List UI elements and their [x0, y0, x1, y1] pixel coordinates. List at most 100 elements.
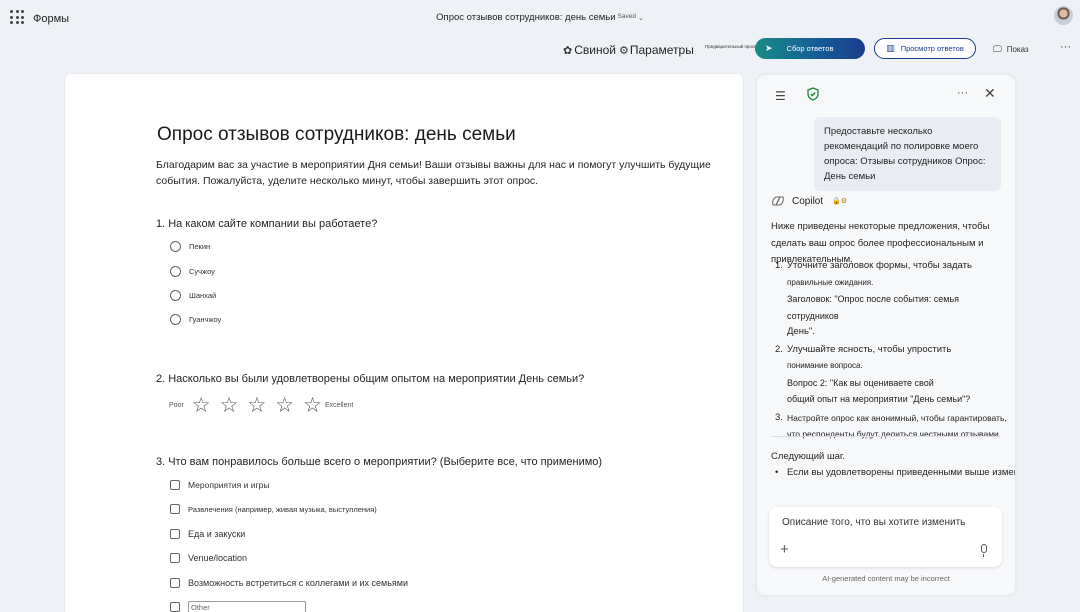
- checkbox[interactable]: [170, 480, 180, 490]
- suggestion-line: День".: [787, 326, 815, 337]
- star-rating: Poor ☆ ☆ ☆ ☆ ☆ Excellent: [169, 395, 353, 416]
- suggestion-line: что респонденты будут делиться честными …: [787, 429, 1002, 439]
- q3-option-3[interactable]: Еда и закуски: [170, 529, 245, 539]
- other-input[interactable]: Other: [188, 601, 306, 612]
- q1-option-label: Пекин: [189, 242, 211, 251]
- divider: [771, 436, 1001, 437]
- shield-icon[interactable]: [807, 87, 819, 101]
- star-icon[interactable]: ☆: [220, 395, 239, 416]
- suggestion-number: 2.: [775, 343, 783, 355]
- collect-responses-label: Сбор ответов: [786, 44, 834, 53]
- present-button[interactable]: 🖵 Показ: [993, 44, 1029, 55]
- q3-option-4[interactable]: Venue/location: [170, 553, 247, 563]
- q3-option-label: Мероприятия и игры: [188, 480, 270, 490]
- gear-icon: ⚙: [619, 45, 629, 57]
- add-icon[interactable]: +: [780, 541, 789, 558]
- q1-option-3[interactable]: Шанхай: [170, 290, 216, 301]
- suggestions-list: 1. Уточните заголовок формы, чтобы задат…: [771, 258, 1011, 443]
- q3-option-label: Возможность встретиться с коллегами и их…: [188, 578, 408, 588]
- more-options-icon[interactable]: ···: [957, 87, 968, 99]
- q1-option-2[interactable]: Сучжоу: [170, 266, 215, 277]
- view-responses-label: Просмотр ответов: [900, 44, 964, 53]
- send-icon: ➤: [765, 43, 773, 53]
- rating-high-label: Excellent: [324, 402, 354, 409]
- question-2-text[interactable]: 2. Насколько вы были удовлетворены общим…: [156, 373, 584, 385]
- suggestion-line: Уточните заголовок формы, чтобы задать: [787, 260, 972, 271]
- copilot-panel: ☰ ··· ✕ Предоставьте несколько рекоменда…: [757, 75, 1015, 595]
- checkbox[interactable]: [170, 529, 180, 539]
- q1-option-label: Гуанчжоу: [189, 315, 222, 324]
- suggestion-item: 1. Уточните заголовок формы, чтобы задат…: [771, 258, 1011, 341]
- q3-option-label: Venue/location: [188, 553, 248, 563]
- form-description[interactable]: Благодарим вас за участие в мероприятии …: [156, 157, 736, 189]
- q3-option-2[interactable]: Развлечения (например, живая музыка, выс…: [170, 504, 377, 514]
- more-options-icon[interactable]: ···: [1060, 41, 1071, 53]
- question-1-text[interactable]: 1. На каком сайте компании вы работаете?: [156, 218, 377, 230]
- suggestion-line: Улучшайте ясность, чтобы упростить: [787, 343, 952, 355]
- copilot-name: Copilot: [792, 195, 824, 207]
- q1-option-label: Шанхай: [189, 291, 217, 300]
- checkbox[interactable]: [170, 578, 180, 588]
- suggestion-line: Заголовок: "Опрос после события: семья с…: [787, 294, 960, 321]
- suggestion-line: правильные ожидания.: [787, 277, 874, 287]
- q3-option-5[interactable]: Возможность встретиться с коллегами и их…: [170, 578, 408, 588]
- suggestion-line: общий опыт на мероприятии "День семьи"?: [787, 394, 971, 404]
- radio-button[interactable]: [170, 290, 181, 301]
- view-responses-button[interactable]: ▥ Просмотр ответов: [874, 38, 976, 59]
- form-editor: Опрос отзывов сотрудников: день семьи Бл…: [65, 74, 743, 612]
- suggestion-line: понимание вопроса.: [787, 361, 863, 370]
- close-icon[interactable]: ✕: [984, 85, 996, 102]
- rating-low-label: Poor: [169, 402, 184, 409]
- scroll-fade: [757, 475, 1015, 499]
- checkbox[interactable]: [170, 602, 180, 612]
- document-title[interactable]: Опрос отзывов сотрудников: день семьи Sav…: [0, 12, 1080, 23]
- suggestion-line: Вопрос 2: "Как вы оцениваете свой: [787, 377, 934, 388]
- suggestion-number: 1.: [775, 260, 783, 271]
- suggestion-item: 2. Улучшайте ясность, чтобы упростить по…: [771, 342, 1011, 408]
- present-label: Показ: [1006, 45, 1029, 54]
- q1-option-1[interactable]: Пекин: [170, 241, 210, 252]
- checkbox[interactable]: [170, 553, 180, 563]
- checkbox[interactable]: [170, 504, 180, 514]
- toolbar: ✿ Свиной ⚙Параметры Предварительный просм…: [0, 36, 1080, 64]
- star-icon[interactable]: ☆: [303, 395, 322, 416]
- chevron-down-icon[interactable]: ⌄: [638, 15, 644, 22]
- prompt-placeholder[interactable]: Описание того, что вы хотите изменить: [782, 517, 965, 528]
- radio-button[interactable]: [170, 241, 181, 252]
- star-icon[interactable]: ☆: [247, 395, 266, 416]
- next-step-label: Следующий шаг.: [771, 451, 845, 462]
- q3-option-label: Развлечения (например, живая музыка, выс…: [188, 504, 377, 514]
- form-title[interactable]: Опрос отзывов сотрудников: день семьи: [157, 124, 516, 146]
- collect-responses-button[interactable]: ➤ Сбор ответов: [755, 38, 865, 59]
- settings-button[interactable]: ⚙Параметры: [619, 43, 694, 57]
- top-bar: Формы Опрос отзывов сотрудников: день се…: [0, 0, 1080, 36]
- q1-option-4[interactable]: Гуанчжоу: [170, 314, 221, 325]
- microphone-icon[interactable]: [981, 544, 987, 557]
- saved-status: Saved: [617, 13, 636, 20]
- settings-label: Параметры: [629, 43, 694, 57]
- user-message: Предоставьте несколько рекомендаций по п…: [814, 117, 1001, 191]
- avatar[interactable]: [1054, 6, 1073, 25]
- ai-disclaimer: AI-generated content may be incorrect: [822, 574, 950, 583]
- monitor-icon: 🖵: [993, 44, 1002, 54]
- star-icon[interactable]: ☆: [192, 395, 211, 416]
- enterprise-badge-icon: 🔒⚙: [832, 198, 848, 205]
- q3-option-label: Еда и закуски: [188, 529, 246, 539]
- document-title-text: Опрос отзывов сотрудников: день семьи: [436, 12, 616, 23]
- copilot-logo-icon: [771, 195, 785, 207]
- q3-option-1[interactable]: Мероприятия и игры: [170, 480, 269, 490]
- question-3-text[interactable]: 3. Что вам понравилось больше всего о ме…: [156, 456, 602, 468]
- copilot-header: Copilot 🔒⚙: [771, 195, 847, 207]
- suggestion-number: 3.: [775, 411, 783, 423]
- radio-button[interactable]: [170, 266, 181, 277]
- theme-button[interactable]: ✿ Свиной: [563, 43, 616, 57]
- palette-icon: ✿: [563, 45, 573, 57]
- theme-label: Свиной: [574, 43, 616, 57]
- star-icon[interactable]: ☆: [275, 395, 294, 416]
- q1-option-label: Сучжоу: [189, 267, 215, 276]
- copilot-prompt-box[interactable]: Описание того, что вы хотите изменить +: [769, 507, 1002, 567]
- suggestion-line: Настройте опрос как анонимный, чтобы гар…: [787, 412, 1007, 423]
- q3-option-other[interactable]: Other: [170, 601, 306, 612]
- menu-icon[interactable]: ☰: [775, 89, 786, 103]
- radio-button[interactable]: [170, 314, 181, 325]
